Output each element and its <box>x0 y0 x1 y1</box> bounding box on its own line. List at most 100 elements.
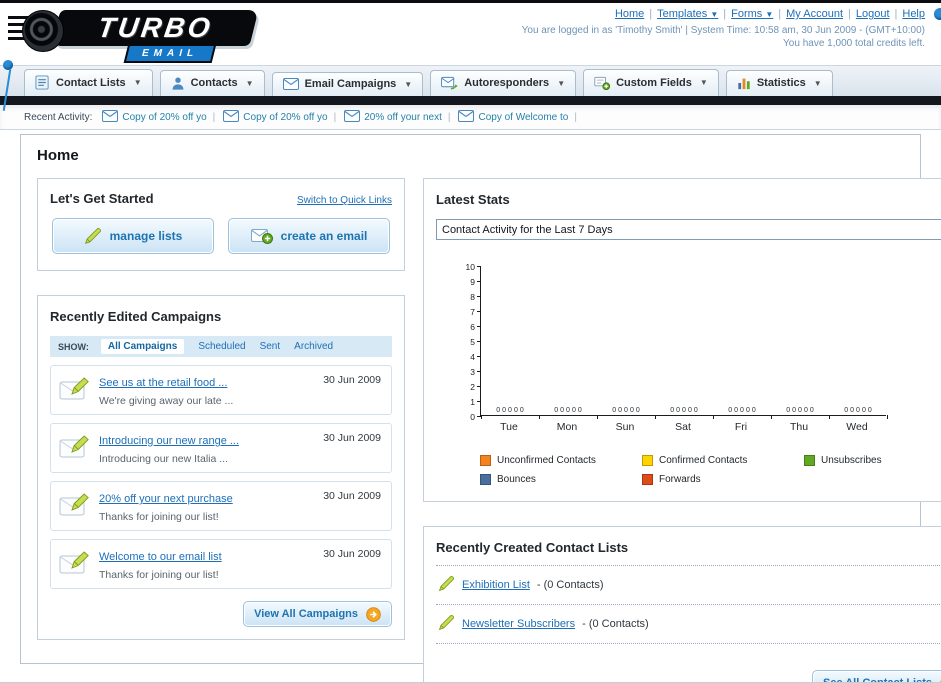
list-icon <box>35 75 50 90</box>
campaign-date: 30 Jun 2009 <box>323 548 381 560</box>
y-tick-label: 0 <box>470 412 475 422</box>
see-all-contact-lists-button[interactable]: See All Contact Lists <box>811 670 941 683</box>
y-tick-mark <box>477 356 481 357</box>
y-tick-mark <box>477 386 481 387</box>
campaign-title-link[interactable]: See us at the retail food ... <box>99 377 227 389</box>
bar-value-label: 0 <box>670 407 675 414</box>
filter-tab-scheduled[interactable]: Scheduled <box>198 341 245 352</box>
campaign-title-link[interactable]: Welcome to our email list <box>99 551 222 563</box>
activity-item[interactable]: Copy of 20% off yo <box>223 109 328 125</box>
bar-value-label: 0 <box>513 407 518 414</box>
manage-lists-button[interactable]: manage lists <box>52 218 214 254</box>
get-started-panel: Let's Get Started Switch to Quick Links … <box>37 178 405 271</box>
legend-label: Unconfirmed Contacts <box>497 455 596 466</box>
envelope-icon <box>102 109 119 125</box>
bar-value-label: 0 <box>687 407 692 414</box>
campaign-subtitle: Introducing our new Italia ... <box>99 453 228 465</box>
view-all-campaigns-button[interactable]: View All Campaigns <box>243 601 392 627</box>
activity-item[interactable]: 20% off your next <box>344 109 442 125</box>
campaign-date: 30 Jun 2009 <box>323 490 381 502</box>
top-link-forms[interactable]: Forms ▼ <box>731 8 773 20</box>
tab-autoresponders[interactable]: Autoresponders ▼ <box>430 70 577 96</box>
bar-value-label: 0 <box>745 407 750 414</box>
y-tick-mark <box>477 341 481 342</box>
legend-label: Unsubscribes <box>821 455 882 466</box>
top-link-logout[interactable]: Logout <box>856 8 890 20</box>
activity-item-link[interactable]: Copy of 20% off yo <box>243 112 327 123</box>
see-all-contact-lists-label: See All Contact Lists <box>822 677 932 683</box>
bar-group: 00000 <box>713 407 771 414</box>
activity-item-link[interactable]: 20% off your next <box>364 112 442 123</box>
campaign-row: See us at the retail food ... We're givin… <box>50 365 392 415</box>
filter-tab-sent[interactable]: Sent <box>260 341 281 352</box>
chart-plot: 0 1 2 3 4 5 6 7 8 9 10 0 0 0 0 0 0 0 0 0 0 0 0 0 0 0 0 0 0 0 0 0 0 0 0 0 0 0 0… <box>466 262 888 422</box>
y-tick-mark <box>477 326 481 327</box>
bar-value-label: 0 <box>844 407 849 414</box>
activity-item-link[interactable]: Copy of Welcome to <box>478 112 568 123</box>
tab-email-campaigns[interactable]: Email Campaigns ▼ <box>271 72 424 96</box>
contact-lists-panel: Recently Created Contact Lists Exhibitio… <box>423 526 941 683</box>
x-tick-mark <box>713 415 714 419</box>
contact-list-link[interactable]: Newsletter Subscribers <box>462 618 575 630</box>
chevron-down-icon: ▼ <box>557 78 566 88</box>
y-tick-mark <box>477 401 481 402</box>
activity-item[interactable]: Copy of 20% off yo <box>102 109 207 125</box>
tab-statistics[interactable]: Statistics ▼ <box>725 70 833 96</box>
y-tick-label: 9 <box>470 277 475 287</box>
chart-legend: Unconfirmed Contacts Confirmed Contacts Un… <box>480 455 941 485</box>
top-link-templates[interactable]: Templates ▼ <box>657 8 718 20</box>
x-tick-mark <box>597 415 598 419</box>
bar-value-label: 0 <box>728 407 733 414</box>
y-tick-label: 6 <box>470 322 475 332</box>
x-tick-mark <box>539 415 540 419</box>
pencil-icon <box>438 575 455 595</box>
bar-value-label: 0 <box>560 407 565 414</box>
filter-tab-all-campaigns[interactable]: All Campaigns <box>100 339 185 354</box>
bar-group: 00000 <box>597 407 655 414</box>
create-email-button[interactable]: create an email <box>228 218 390 254</box>
bar-value-label: 0 <box>612 407 617 414</box>
campaign-title-link[interactable]: Introducing our new range ... <box>99 435 239 447</box>
filter-tab-archived[interactable]: Archived <box>294 341 333 352</box>
chevron-down-icon: ▼ <box>699 78 708 87</box>
stats-period-value: Contact Activity for the Last 7 Days <box>442 223 613 236</box>
envelope-icon <box>344 109 361 125</box>
legend-item: Unconfirmed Contacts <box>480 455 642 466</box>
bar-value-label: 0 <box>629 407 634 414</box>
bar-value-label: 0 <box>508 407 512 414</box>
header-right: Home | Templates ▼ | Forms ▼ | My Account | Logo… <box>522 8 925 49</box>
top-link-help[interactable]: Help <box>902 8 925 20</box>
contact-list-link[interactable]: Exhibition List <box>462 579 530 591</box>
tab-contacts[interactable]: Contacts ▼ <box>159 70 265 96</box>
campaign-date: 30 Jun 2009 <box>323 432 381 444</box>
stats-period-select[interactable]: Contact Activity for the Last 7 Days ▼ <box>436 219 941 240</box>
x-axis-label: Wed <box>846 421 868 433</box>
bar-value-label: 0 <box>751 407 756 414</box>
logo-title: TURBO <box>95 12 215 43</box>
tab-custom-fields[interactable]: Custom Fields ▼ <box>583 69 719 96</box>
credits-remaining: You have 1,000 total credits left. <box>783 38 925 49</box>
y-tick-label: 7 <box>470 307 475 317</box>
bar-value-label: 0 <box>803 407 808 414</box>
latest-stats-title: Latest Stats <box>436 192 510 207</box>
activity-item-link[interactable]: Copy of 20% off yo <box>122 112 206 123</box>
activity-item[interactable]: Copy of Welcome to <box>458 109 568 125</box>
y-tick-mark <box>477 311 481 312</box>
campaign-subtitle: We're giving away our late ... <box>99 395 234 407</box>
top-link-home[interactable]: Home <box>615 8 644 20</box>
create-email-label: create an email <box>280 229 368 243</box>
bar-value-label: 0 <box>676 407 681 414</box>
separator: | <box>894 8 898 20</box>
top-link-my-account[interactable]: My Account <box>786 8 843 20</box>
envelope-plus-icon <box>250 228 273 244</box>
campaign-title-link[interactable]: 20% off your next purchase <box>99 493 233 505</box>
x-axis-label: Fri <box>734 421 748 433</box>
tab-contact-lists[interactable]: Contact Lists ▼ <box>24 69 153 96</box>
separator: | <box>778 8 782 20</box>
envelope-icon <box>458 109 475 125</box>
y-tick-label: 3 <box>470 367 475 377</box>
stats-icon <box>737 76 751 90</box>
envelope-icon <box>282 78 299 90</box>
chevron-down-icon: ▼ <box>765 10 774 19</box>
switch-quick-links-link[interactable]: Switch to Quick Links <box>297 195 392 206</box>
